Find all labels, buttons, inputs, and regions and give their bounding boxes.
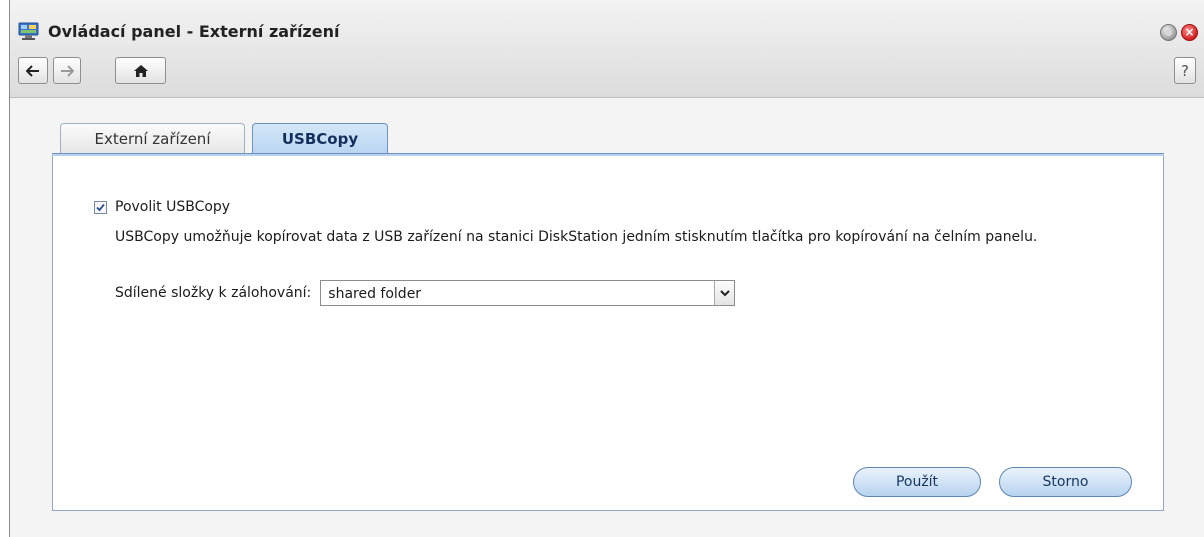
home-button[interactable] [115,57,166,84]
home-icon [133,64,148,77]
tab-usbcopy[interactable]: USBCopy [252,123,388,154]
control-panel-window: Ovládací panel - Externí zařízení × ? Ex… [9,0,1204,537]
enable-usbcopy-label[interactable]: Povolit USBCopy [115,199,230,215]
help-label: ? [1181,61,1189,80]
usbcopy-panel: Povolit USBCopy USBCopy umožňuje kopírov… [52,156,1164,511]
backup-folder-label: Sdílené složky k zálohování: [115,285,312,301]
backup-folder-value: shared folder [328,286,422,302]
dropdown-toggle[interactable] [714,281,735,305]
enable-usbcopy-row: Povolit USBCopy [94,199,230,215]
back-button[interactable] [18,57,48,84]
backup-folder-row: Sdílené složky k zálohování: shared fold… [115,280,736,306]
window-title: Ovládací panel - Externí zařízení [48,22,340,41]
arrow-right-icon [61,64,74,77]
backup-folder-select[interactable]: shared folder [320,280,736,306]
checkmark-icon [96,203,105,211]
usbcopy-description: USBCopy umožňuje kopírovat data z USB za… [115,229,1038,245]
title-bar: Ovládací panel - Externí zařízení × ? [10,0,1204,98]
control-panel-icon [18,22,39,40]
minimize-button[interactable] [1160,24,1177,41]
close-icon: × [1184,25,1195,39]
cancel-button[interactable]: Storno [999,467,1132,497]
arrow-left-icon [26,64,39,77]
forward-button[interactable] [53,57,81,84]
enable-usbcopy-checkbox[interactable] [94,200,107,214]
help-button[interactable]: ? [1174,57,1196,84]
chevron-down-icon [720,289,730,296]
apply-button[interactable]: Použít [853,467,981,497]
close-button[interactable]: × [1181,24,1198,41]
tab-external-devices[interactable]: Externí zařízení [60,123,245,154]
